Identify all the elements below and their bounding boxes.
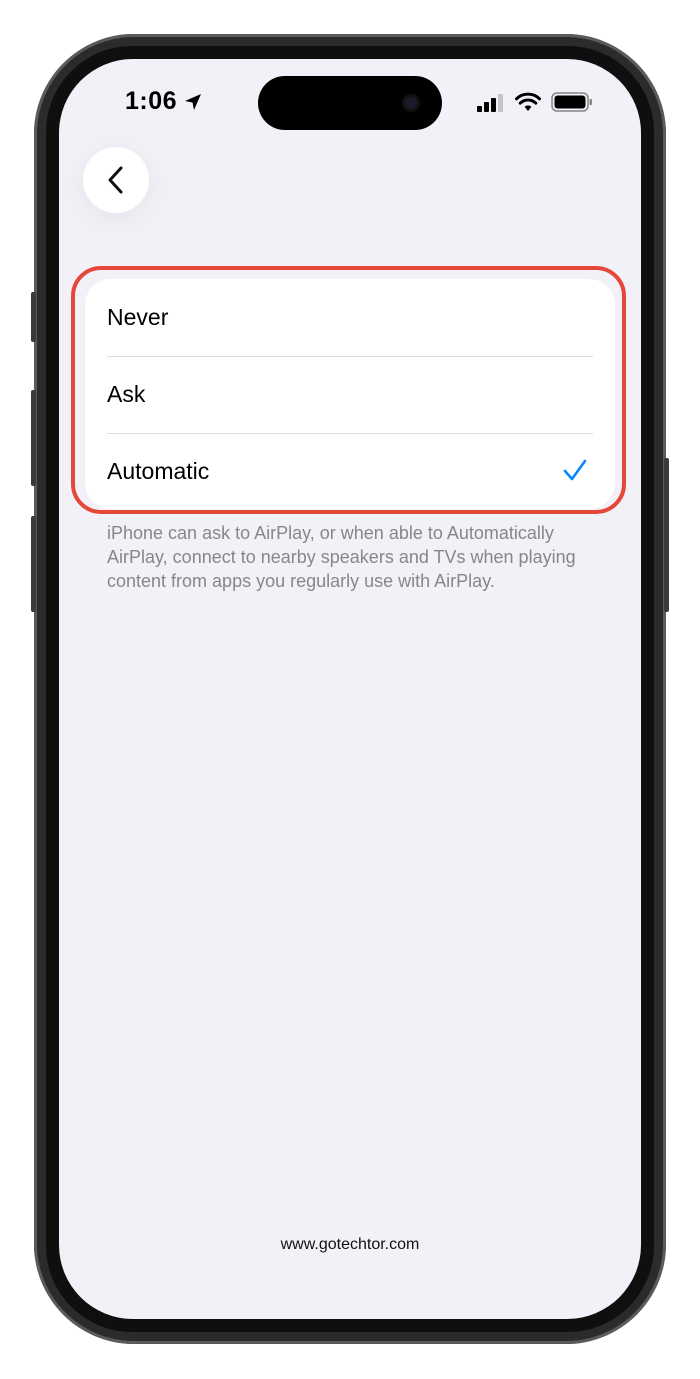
option-automatic[interactable]: Automatic xyxy=(85,433,615,510)
option-label: Never xyxy=(107,304,169,330)
watermark: www.gotechtor.com xyxy=(280,1236,420,1253)
footnote-text: iPhone can ask to AirPlay, or when able … xyxy=(107,523,576,591)
battery-icon xyxy=(551,92,592,112)
power-button xyxy=(664,458,669,612)
camera-icon xyxy=(402,94,420,112)
wifi-icon xyxy=(515,92,541,111)
airplay-options-list: Never Ask Automatic xyxy=(85,279,615,509)
option-ask[interactable]: Ask xyxy=(85,356,615,433)
status-time: 1:06 xyxy=(125,87,178,115)
checkmark-icon xyxy=(563,459,587,481)
back-button[interactable] xyxy=(83,147,149,213)
volume-up-button xyxy=(31,390,36,486)
dynamic-island xyxy=(258,76,442,130)
option-label: Automatic xyxy=(107,458,210,484)
chevron-left-icon xyxy=(108,166,123,194)
location-arrow-icon xyxy=(185,94,201,110)
action-button xyxy=(31,292,36,342)
screen: 1:06 Never Ask Automatic iPhone can ask … xyxy=(59,59,641,1319)
volume-down-button xyxy=(31,516,36,612)
option-never[interactable]: Never xyxy=(85,279,615,356)
cellular-signal-icon xyxy=(477,94,503,112)
option-label: Ask xyxy=(107,381,146,407)
